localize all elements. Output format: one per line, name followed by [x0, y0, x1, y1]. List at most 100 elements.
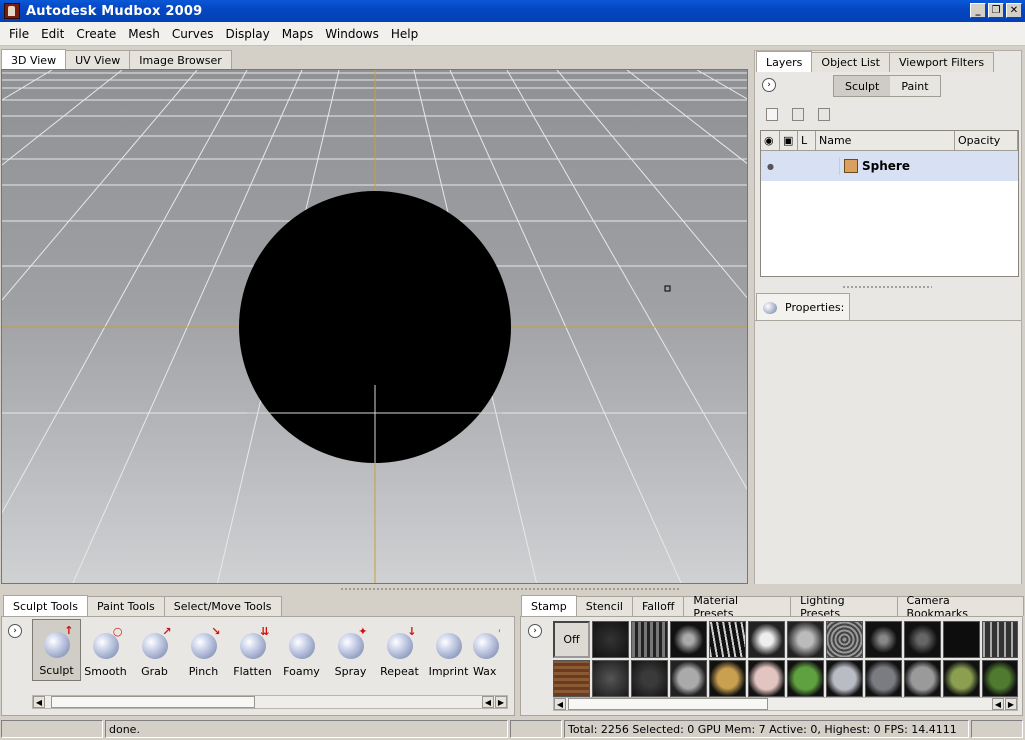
tab-image-browser[interactable]: Image Browser — [129, 50, 232, 70]
layer-table-header: ◉ ▣ L Name Opacity — [761, 131, 1018, 151]
tab-properties[interactable]: Properties: — [756, 293, 850, 321]
layers-expand-icon[interactable]: › — [762, 78, 776, 92]
tab-viewport-filters[interactable]: Viewport Filters — [888, 52, 995, 72]
scroll-left-alt-icon[interactable]: ◀ — [482, 696, 494, 708]
stamp-thumb[interactable] — [826, 660, 863, 697]
scroll-left-icon[interactable]: ◀ — [33, 696, 45, 708]
bottom-splitter[interactable] — [340, 587, 680, 591]
flatten-icon: ⇊ — [239, 625, 270, 659]
tools-scrollbar[interactable]: ◀ ◀ ▶ — [32, 695, 508, 709]
menu-help[interactable]: Help — [385, 27, 424, 41]
mudbox-app-icon[interactable] — [4, 3, 20, 19]
stamp-thumb[interactable] — [787, 621, 824, 658]
tool-sculpt[interactable]: ↑ Sculpt — [32, 619, 81, 681]
restore-button[interactable]: ❐ — [988, 3, 1004, 18]
stamp-thumb[interactable] — [553, 660, 590, 697]
stamp-thumb[interactable] — [904, 621, 941, 658]
stamp-thumb[interactable] — [904, 660, 941, 697]
stamp-thumb[interactable] — [826, 621, 863, 658]
tab-stamp[interactable]: Stamp — [521, 595, 577, 616]
menu-curves[interactable]: Curves — [166, 27, 220, 41]
stamp-scrollbar[interactable]: ◀ ◀ ▶ — [553, 697, 1018, 711]
tab-camera-bookmarks[interactable]: Camera Bookmarks — [896, 594, 1024, 620]
menu-create[interactable]: Create — [70, 27, 122, 41]
tab-select-move-tools[interactable]: Select/Move Tools — [163, 596, 282, 616]
tool-pinch[interactable]: ↘ Pinch — [179, 619, 228, 681]
stamp-thumb[interactable] — [787, 660, 824, 697]
stamp-thumb[interactable] — [748, 660, 785, 697]
tab-uv-view[interactable]: UV View — [65, 50, 131, 70]
properties-icon — [763, 301, 777, 314]
delete-layer-icon[interactable] — [792, 108, 804, 121]
stamp-thumb[interactable] — [670, 660, 707, 697]
tools-expand-icon[interactable]: › — [8, 624, 22, 638]
status-field-right — [971, 720, 1023, 738]
new-layer-icon[interactable] — [766, 108, 778, 121]
stamp-thumb[interactable] — [982, 660, 1018, 697]
tools-tray: Sculpt Tools Paint Tools Select/Move Too… — [1, 594, 515, 716]
menu-display[interactable]: Display — [219, 27, 275, 41]
tab-sculpt-tools[interactable]: Sculpt Tools — [3, 595, 88, 616]
tool-spray[interactable]: ✦ Spray — [326, 619, 375, 681]
tool-flatten[interactable]: ⇊ Flatten — [228, 619, 277, 681]
paint-layers-button[interactable]: Paint — [890, 76, 940, 96]
menu-windows[interactable]: Windows — [319, 27, 385, 41]
stamp-expand-icon[interactable]: › — [528, 624, 542, 638]
tool-grab[interactable]: ↗ Grab — [130, 619, 179, 681]
visibility-dot-icon[interactable]: ● — [761, 162, 780, 171]
tool-foamy[interactable]: Foamy — [277, 619, 326, 681]
stamp-thumb[interactable] — [943, 660, 980, 697]
close-button[interactable]: ✕ — [1006, 3, 1022, 18]
tab-3d-view[interactable]: 3D View — [1, 49, 67, 70]
merge-layer-icon[interactable] — [818, 108, 830, 121]
visibility-column-eye-icon[interactable]: ◉ — [761, 131, 780, 150]
stamp-thumb[interactable] — [865, 660, 902, 697]
layer-table: ◉ ▣ L Name Opacity ● Sphere — [760, 130, 1019, 277]
column-name[interactable]: Name — [816, 131, 955, 150]
tab-paint-tools[interactable]: Paint Tools — [86, 596, 165, 616]
mesh-object-icon — [844, 159, 858, 173]
tool-smooth[interactable]: ○ Smooth — [81, 619, 130, 681]
scroll-right-icon[interactable]: ▶ — [495, 696, 507, 708]
stamp-thumb[interactable] — [865, 621, 902, 658]
stamp-thumb[interactable] — [592, 621, 629, 658]
stamp-thumb[interactable] — [709, 621, 746, 658]
stamp-thumb[interactable] — [592, 660, 629, 697]
sculpt-layers-button[interactable]: Sculpt — [834, 76, 891, 96]
minimize-button[interactable]: _ — [970, 3, 986, 18]
menu-mesh[interactable]: Mesh — [122, 27, 166, 41]
tab-falloff[interactable]: Falloff — [631, 596, 685, 616]
tab-layers[interactable]: Layers — [756, 51, 813, 72]
tab-object-list[interactable]: Object List — [811, 52, 890, 72]
stamp-thumb[interactable] — [631, 621, 668, 658]
panel-splitter[interactable] — [842, 285, 932, 289]
stamp-off[interactable]: Off — [553, 621, 590, 658]
menu-file[interactable]: File — [3, 27, 35, 41]
stamp-scroll-left-alt-icon[interactable]: ◀ — [992, 698, 1004, 710]
tool-imprint[interactable]: Imprint — [424, 619, 473, 681]
menu-maps[interactable]: Maps — [276, 27, 320, 41]
stamp-scroll-right-icon[interactable]: ▶ — [1005, 698, 1017, 710]
tab-stencil[interactable]: Stencil — [575, 596, 633, 616]
tool-wax[interactable]: ◜Wax — [473, 619, 500, 681]
menu-edit[interactable]: Edit — [35, 27, 70, 41]
lock-column-lock-icon[interactable]: ▣ — [780, 131, 798, 150]
tab-lighting-presets[interactable]: Lighting Presets — [790, 594, 898, 620]
stamp-scroll-thumb[interactable] — [568, 698, 768, 710]
3d-viewport[interactable] — [1, 69, 748, 584]
stamp-thumb[interactable] — [631, 660, 668, 697]
tool-repeat[interactable]: ↓ Repeat — [375, 619, 424, 681]
stamp-thumb[interactable] — [748, 621, 785, 658]
stamp-thumb[interactable] — [982, 621, 1018, 658]
column-l[interactable]: L — [798, 131, 816, 150]
stamp-scroll-left-icon[interactable]: ◀ — [554, 698, 566, 710]
stamp-thumb[interactable] — [670, 621, 707, 658]
scroll-thumb[interactable] — [51, 696, 255, 708]
table-row[interactable]: ● Sphere — [761, 151, 1018, 181]
tab-material-presets[interactable]: Material Presets — [683, 594, 792, 620]
column-opacity[interactable]: Opacity — [955, 131, 1018, 150]
grab-icon: ↗ — [141, 625, 172, 659]
layer-name: Sphere — [862, 159, 910, 173]
stamp-thumb[interactable] — [709, 660, 746, 697]
stamp-thumb[interactable] — [943, 621, 980, 658]
